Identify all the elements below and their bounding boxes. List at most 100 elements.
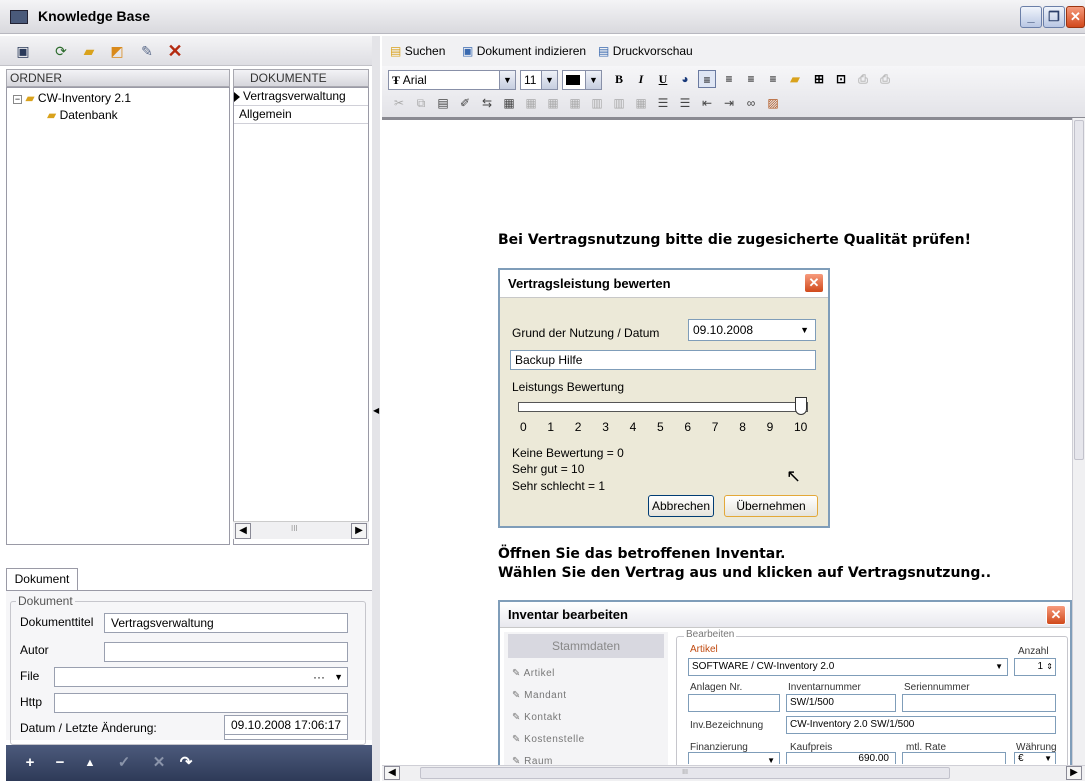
- edit-icon[interactable]: ✎: [138, 42, 156, 60]
- autor-field[interactable]: [104, 642, 348, 662]
- restore-button[interactable]: ❐: [1043, 6, 1065, 28]
- inventar-field[interactable]: SW/1/500: [786, 694, 896, 712]
- format-painter-icon[interactable]: ✐: [456, 94, 474, 112]
- font-select[interactable]: Ŧ Arial ▼: [388, 70, 516, 90]
- export-icon[interactable]: ⊡: [832, 70, 850, 88]
- image-icon[interactable]: ▨: [764, 94, 782, 112]
- table-insert-col-icon[interactable]: ▦: [566, 94, 584, 112]
- nav-header[interactable]: Stammdaten: [508, 634, 664, 658]
- tree-node-datenbank[interactable]: ▰ Datenbank: [47, 107, 118, 123]
- highlight-icon[interactable]: ◕: [676, 70, 694, 88]
- date-picker[interactable]: 09.10.2008 ▼: [688, 319, 816, 341]
- list-item[interactable]: Allgemein: [234, 106, 368, 124]
- indizieren-button[interactable]: ▣ Dokument indizieren: [462, 44, 586, 58]
- finanz-select[interactable]: ▼: [688, 752, 780, 765]
- table-delete-col-icon[interactable]: ▥: [588, 94, 606, 112]
- align-right-icon[interactable]: ≡: [764, 70, 782, 88]
- scroll-right-icon[interactable]: ▶: [1066, 766, 1082, 780]
- open-folder-icon[interactable]: ▰: [80, 42, 98, 60]
- font-color-select[interactable]: ▼: [562, 70, 602, 90]
- link-icon[interactable]: ∞: [742, 94, 760, 112]
- file-field[interactable]: ··· ▼: [54, 667, 348, 687]
- cancel-button[interactable]: ✕: [151, 755, 167, 771]
- scroll-left-icon[interactable]: ◀: [384, 766, 400, 780]
- document-hscrollbar[interactable]: ◀ III ▶: [382, 765, 1085, 781]
- chevron-down-icon[interactable]: ▼: [1044, 753, 1052, 764]
- open-file-icon[interactable]: ▰: [786, 70, 804, 88]
- close-window-button[interactable]: ✕: [1066, 6, 1085, 28]
- list-item[interactable]: Vertragsverwaltung: [234, 88, 368, 106]
- rate-field[interactable]: [902, 752, 1006, 764]
- chevron-down-icon[interactable]: ▼: [800, 320, 809, 340]
- outdent-icon[interactable]: ⇤: [698, 94, 716, 112]
- confirm-button[interactable]: ✓: [116, 755, 132, 771]
- tree-node-root[interactable]: − ▰ CW-Inventory 2.1: [13, 90, 131, 106]
- move-up-button[interactable]: ▲: [82, 755, 98, 771]
- underline-icon[interactable]: U: [654, 70, 672, 88]
- collapse-icon[interactable]: −: [13, 95, 22, 104]
- align-left-icon[interactable]: ≡: [698, 70, 716, 88]
- serien-field[interactable]: [902, 694, 1056, 712]
- scroll-grip[interactable]: III: [291, 524, 298, 533]
- nav-item-kostenstelle[interactable]: ✎ Kostenstelle: [512, 734, 585, 745]
- replace-icon[interactable]: ⇆: [478, 94, 496, 112]
- anlagen-field[interactable]: [688, 694, 780, 712]
- invbez-field[interactable]: CW-Inventory 2.0 SW/1/500: [786, 716, 1056, 734]
- anzahl-stepper[interactable]: 1 ⇕: [1014, 658, 1056, 676]
- print-icon[interactable]: ⎙: [854, 70, 872, 88]
- scroll-right-icon[interactable]: ▶: [351, 523, 367, 539]
- suchen-button[interactable]: ▤ Suchen: [390, 44, 445, 58]
- table-delete-row-icon[interactable]: ▦: [544, 94, 562, 112]
- close-icon[interactable]: ✕: [1046, 605, 1066, 625]
- align-justify-icon[interactable]: ≡: [742, 70, 760, 88]
- nav-item-kontakt[interactable]: ✎ Kontakt: [512, 712, 562, 723]
- add-button[interactable]: +: [22, 755, 38, 771]
- insert-icon[interactable]: ⊞: [810, 70, 828, 88]
- new-folder-icon[interactable]: ◩: [108, 42, 126, 60]
- document-vscrollbar[interactable]: [1072, 118, 1085, 765]
- table-icon[interactable]: ▦: [500, 94, 518, 112]
- dokumente-hscrollbar[interactable]: ◀ III ▶: [233, 521, 369, 539]
- document-content[interactable]: Bei Vertragsnutzung bitte die zugesicher…: [382, 120, 1072, 772]
- http-field[interactable]: [54, 693, 348, 713]
- grund-field[interactable]: Backup Hilfe: [510, 350, 816, 370]
- hscroll-thumb[interactable]: III: [420, 767, 950, 779]
- druckvorschau-button[interactable]: ▤ Druckvorschau: [598, 44, 693, 58]
- align-center-icon[interactable]: ≡: [720, 70, 738, 88]
- artikel-select[interactable]: SOFTWARE / CW-Inventory 2.0 ▼: [688, 658, 1008, 676]
- browse-icon[interactable]: ···: [313, 668, 325, 686]
- dokumenttitel-field[interactable]: Vertragsverwaltung: [104, 613, 348, 633]
- paste-icon[interactable]: ▤: [434, 94, 452, 112]
- waehrung-select[interactable]: € ▼: [1014, 752, 1056, 764]
- cut-icon[interactable]: ✂: [390, 94, 408, 112]
- nav-item-mandant[interactable]: ✎ Mandant: [512, 690, 567, 701]
- numbered-list-icon[interactable]: ☰: [676, 94, 694, 112]
- table-insert-row-icon[interactable]: ▦: [522, 94, 540, 112]
- table-merge-icon[interactable]: ▥: [610, 94, 628, 112]
- print-direct-icon[interactable]: ⎙: [876, 70, 894, 88]
- chevron-down-icon[interactable]: ▼: [585, 71, 601, 89]
- chevron-down-icon[interactable]: ▼: [334, 668, 343, 686]
- abbrechen-button[interactable]: Abbrechen: [648, 495, 714, 517]
- chevron-down-icon[interactable]: ▼: [499, 71, 515, 89]
- vscroll-thumb[interactable]: [1074, 120, 1084, 460]
- save-icon[interactable]: ▣: [14, 42, 32, 60]
- tab-dokument[interactable]: Dokument: [6, 568, 78, 590]
- chevron-down-icon[interactable]: ▼: [541, 71, 557, 89]
- chevron-down-icon[interactable]: ▼: [995, 659, 1003, 675]
- pane-splitter[interactable]: ◀: [372, 36, 380, 781]
- spin-icon[interactable]: ⇕: [1046, 659, 1053, 675]
- close-icon[interactable]: ✕: [804, 273, 824, 293]
- rating-slider[interactable]: [518, 397, 808, 415]
- copy-icon[interactable]: ⧉: [412, 94, 430, 112]
- bullet-list-icon[interactable]: ☰: [654, 94, 672, 112]
- italic-icon[interactable]: I: [632, 70, 650, 88]
- slider-thumb[interactable]: [795, 397, 807, 415]
- nav-item-artikel[interactable]: ✎ Artikel: [512, 668, 555, 679]
- table-split-icon[interactable]: ▦: [632, 94, 650, 112]
- collapse-left-icon[interactable]: ◀: [373, 406, 379, 415]
- bold-icon[interactable]: B: [610, 70, 628, 88]
- redo-button[interactable]: ↷: [178, 755, 194, 771]
- refresh-icon[interactable]: ⟳: [52, 42, 70, 60]
- uebernehmen-button[interactable]: Übernehmen: [724, 495, 818, 517]
